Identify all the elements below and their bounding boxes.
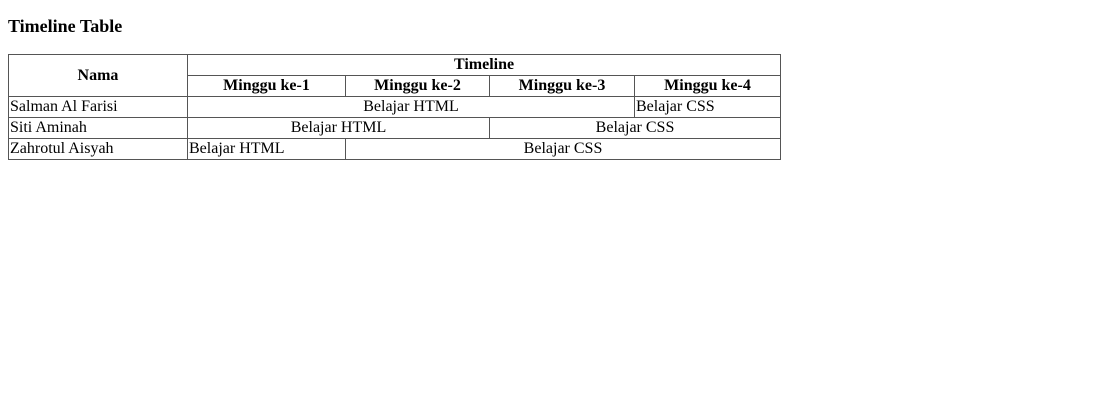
header-week-2: Minggu ke-2 [345, 75, 490, 97]
row-activity: Belajar CSS [488, 117, 782, 139]
table-row: Siti Aminah Belajar HTML Belajar CSS [8, 117, 782, 139]
timeline-table: Nama Timeline Minggu ke-1 Minggu ke-2 Mi… [8, 54, 782, 160]
row-activity: Belajar HTML [187, 117, 490, 139]
row-activity: Belajar CSS [633, 96, 782, 118]
header-week-3: Minggu ke-3 [489, 75, 635, 97]
header-nama: Nama [8, 54, 188, 97]
page-title: Timeline Table [8, 16, 123, 36]
row-activity: Belajar CSS [344, 138, 782, 160]
row-activity: Belajar HTML [187, 138, 346, 160]
row-name: Salman Al Farisi [8, 96, 188, 118]
header-row: Nama Timeline [8, 54, 782, 97]
table-row: Zahrotul Aisyah Belajar HTML Belajar CSS [8, 138, 782, 160]
row-name: Siti Aminah [8, 117, 188, 139]
table-row: Salman Al Farisi Belajar HTML Belajar CS… [8, 96, 782, 118]
header-timeline: Timeline [186, 54, 782, 76]
header-week-1: Minggu ke-1 [187, 75, 346, 97]
row-name: Zahrotul Aisyah [8, 138, 188, 160]
row-activity: Belajar HTML [187, 96, 635, 118]
header-week-4: Minggu ke-4 [633, 75, 782, 97]
